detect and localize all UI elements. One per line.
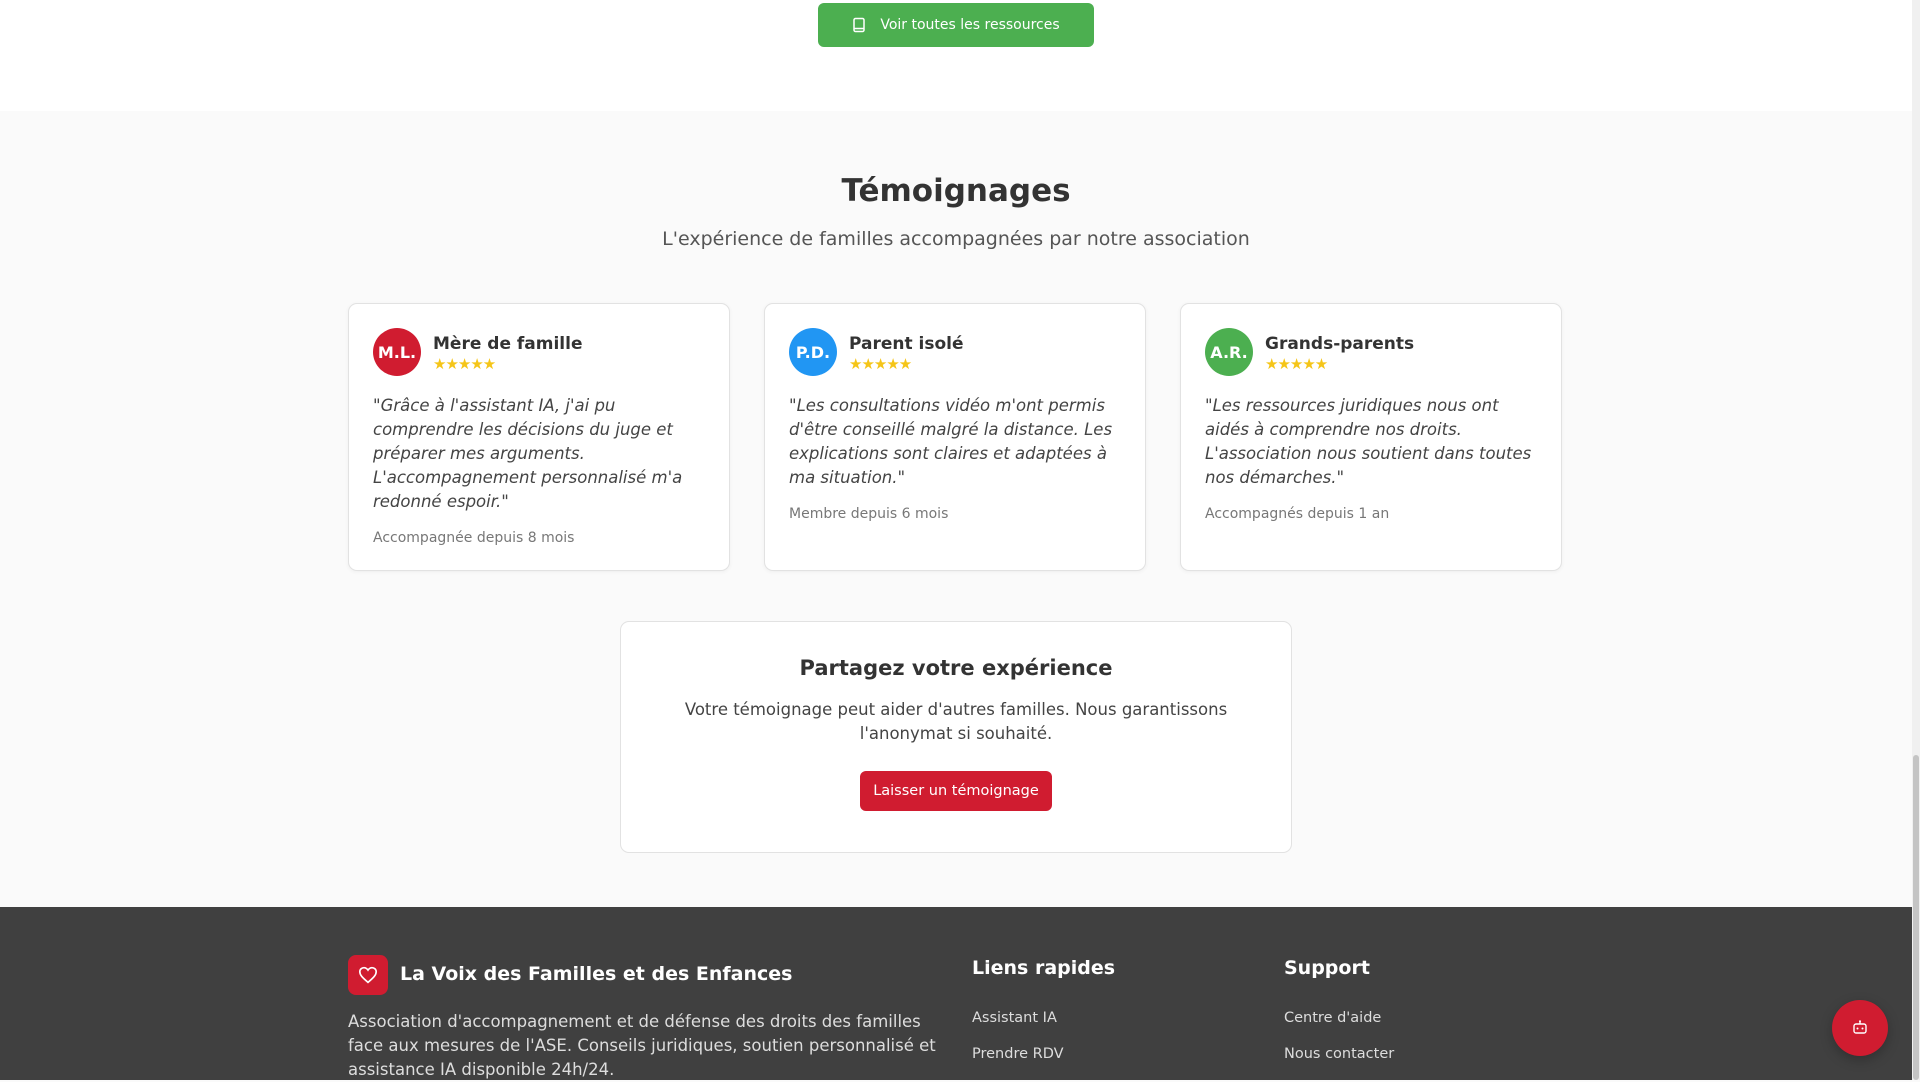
footer-link-contact[interactable]: Nous contacter <box>1284 1046 1394 1062</box>
testimonial-card: M.L. Mère de famille ★★★★★ "Grâce à l'as… <box>348 303 730 571</box>
heart-icon <box>348 955 388 995</box>
testimonial-author: Mère de famille <box>433 334 583 354</box>
testimonial-quote: "Grâce à l'assistant IA, j'ai pu compren… <box>373 396 683 511</box>
star-rating: ★★★★★ <box>849 355 912 373</box>
testimonial-quote: "Les consultations vidéo m'ont permis d'… <box>789 396 1113 487</box>
testimonial-author: Parent isolé <box>849 334 964 354</box>
testimonial-since: Accompagnée depuis 8 mois <box>373 530 575 546</box>
star-rating: ★★★★★ <box>1265 355 1328 373</box>
chat-assistant-button[interactable] <box>1832 1000 1888 1056</box>
testimonials-title: Témoignages <box>841 173 1071 209</box>
footer-description: Association d'accompagnement et de défen… <box>348 1012 936 1079</box>
view-all-resources-label: Voir toutes les ressources <box>880 17 1060 33</box>
testimonial-quote: "Les ressources juridiques nous ont aidé… <box>1205 396 1532 487</box>
footer-link-help-center[interactable]: Centre d'aide <box>1284 1010 1381 1026</box>
view-all-resources-button[interactable]: Voir toutes les ressources <box>818 3 1094 47</box>
avatar: P.D. <box>789 328 837 376</box>
footer: La Voix des Familles et des Enfances Ass… <box>0 907 1912 1080</box>
avatar: M.L. <box>373 328 421 376</box>
footer-link-book-appointment[interactable]: Prendre RDV <box>972 1046 1064 1062</box>
leave-testimonial-button[interactable]: Laisser un témoignage <box>860 771 1052 811</box>
share-text: Votre témoignage peut aider d'autres fam… <box>684 700 1228 743</box>
testimonial-card: P.D. Parent isolé ★★★★★ "Les consultatio… <box>764 303 1146 571</box>
testimonial-author: Grands-parents <box>1265 334 1415 354</box>
share-title: Partagez votre expérience <box>799 656 1113 680</box>
share-experience-card: Partagez votre expérience Votre témoigna… <box>620 621 1292 853</box>
robot-icon <box>1852 1019 1868 1038</box>
resources-section: Voir toutes les ressources <box>0 0 1912 111</box>
footer-brand: La Voix des Familles et des Enfances <box>400 963 793 985</box>
support-title: Support <box>1284 957 1370 979</box>
scrollbar-thumb[interactable] <box>1913 755 1919 1080</box>
testimonial-since: Membre depuis 6 mois <box>789 506 949 522</box>
star-rating: ★★★★★ <box>433 355 496 373</box>
testimonials-section: Témoignages L'expérience de familles acc… <box>0 111 1912 907</box>
testimonial-card: A.R. Grands-parents ★★★★★ "Les ressource… <box>1180 303 1562 571</box>
quick-links-title: Liens rapides <box>972 957 1116 979</box>
testimonials-subtitle: L'expérience de familles accompagnées pa… <box>662 228 1250 250</box>
testimonial-since: Accompagnés depuis 1 an <box>1205 506 1390 522</box>
footer-link-ai-assistant[interactable]: Assistant IA <box>972 1010 1057 1026</box>
book-icon <box>852 17 866 33</box>
avatar: A.R. <box>1205 328 1253 376</box>
